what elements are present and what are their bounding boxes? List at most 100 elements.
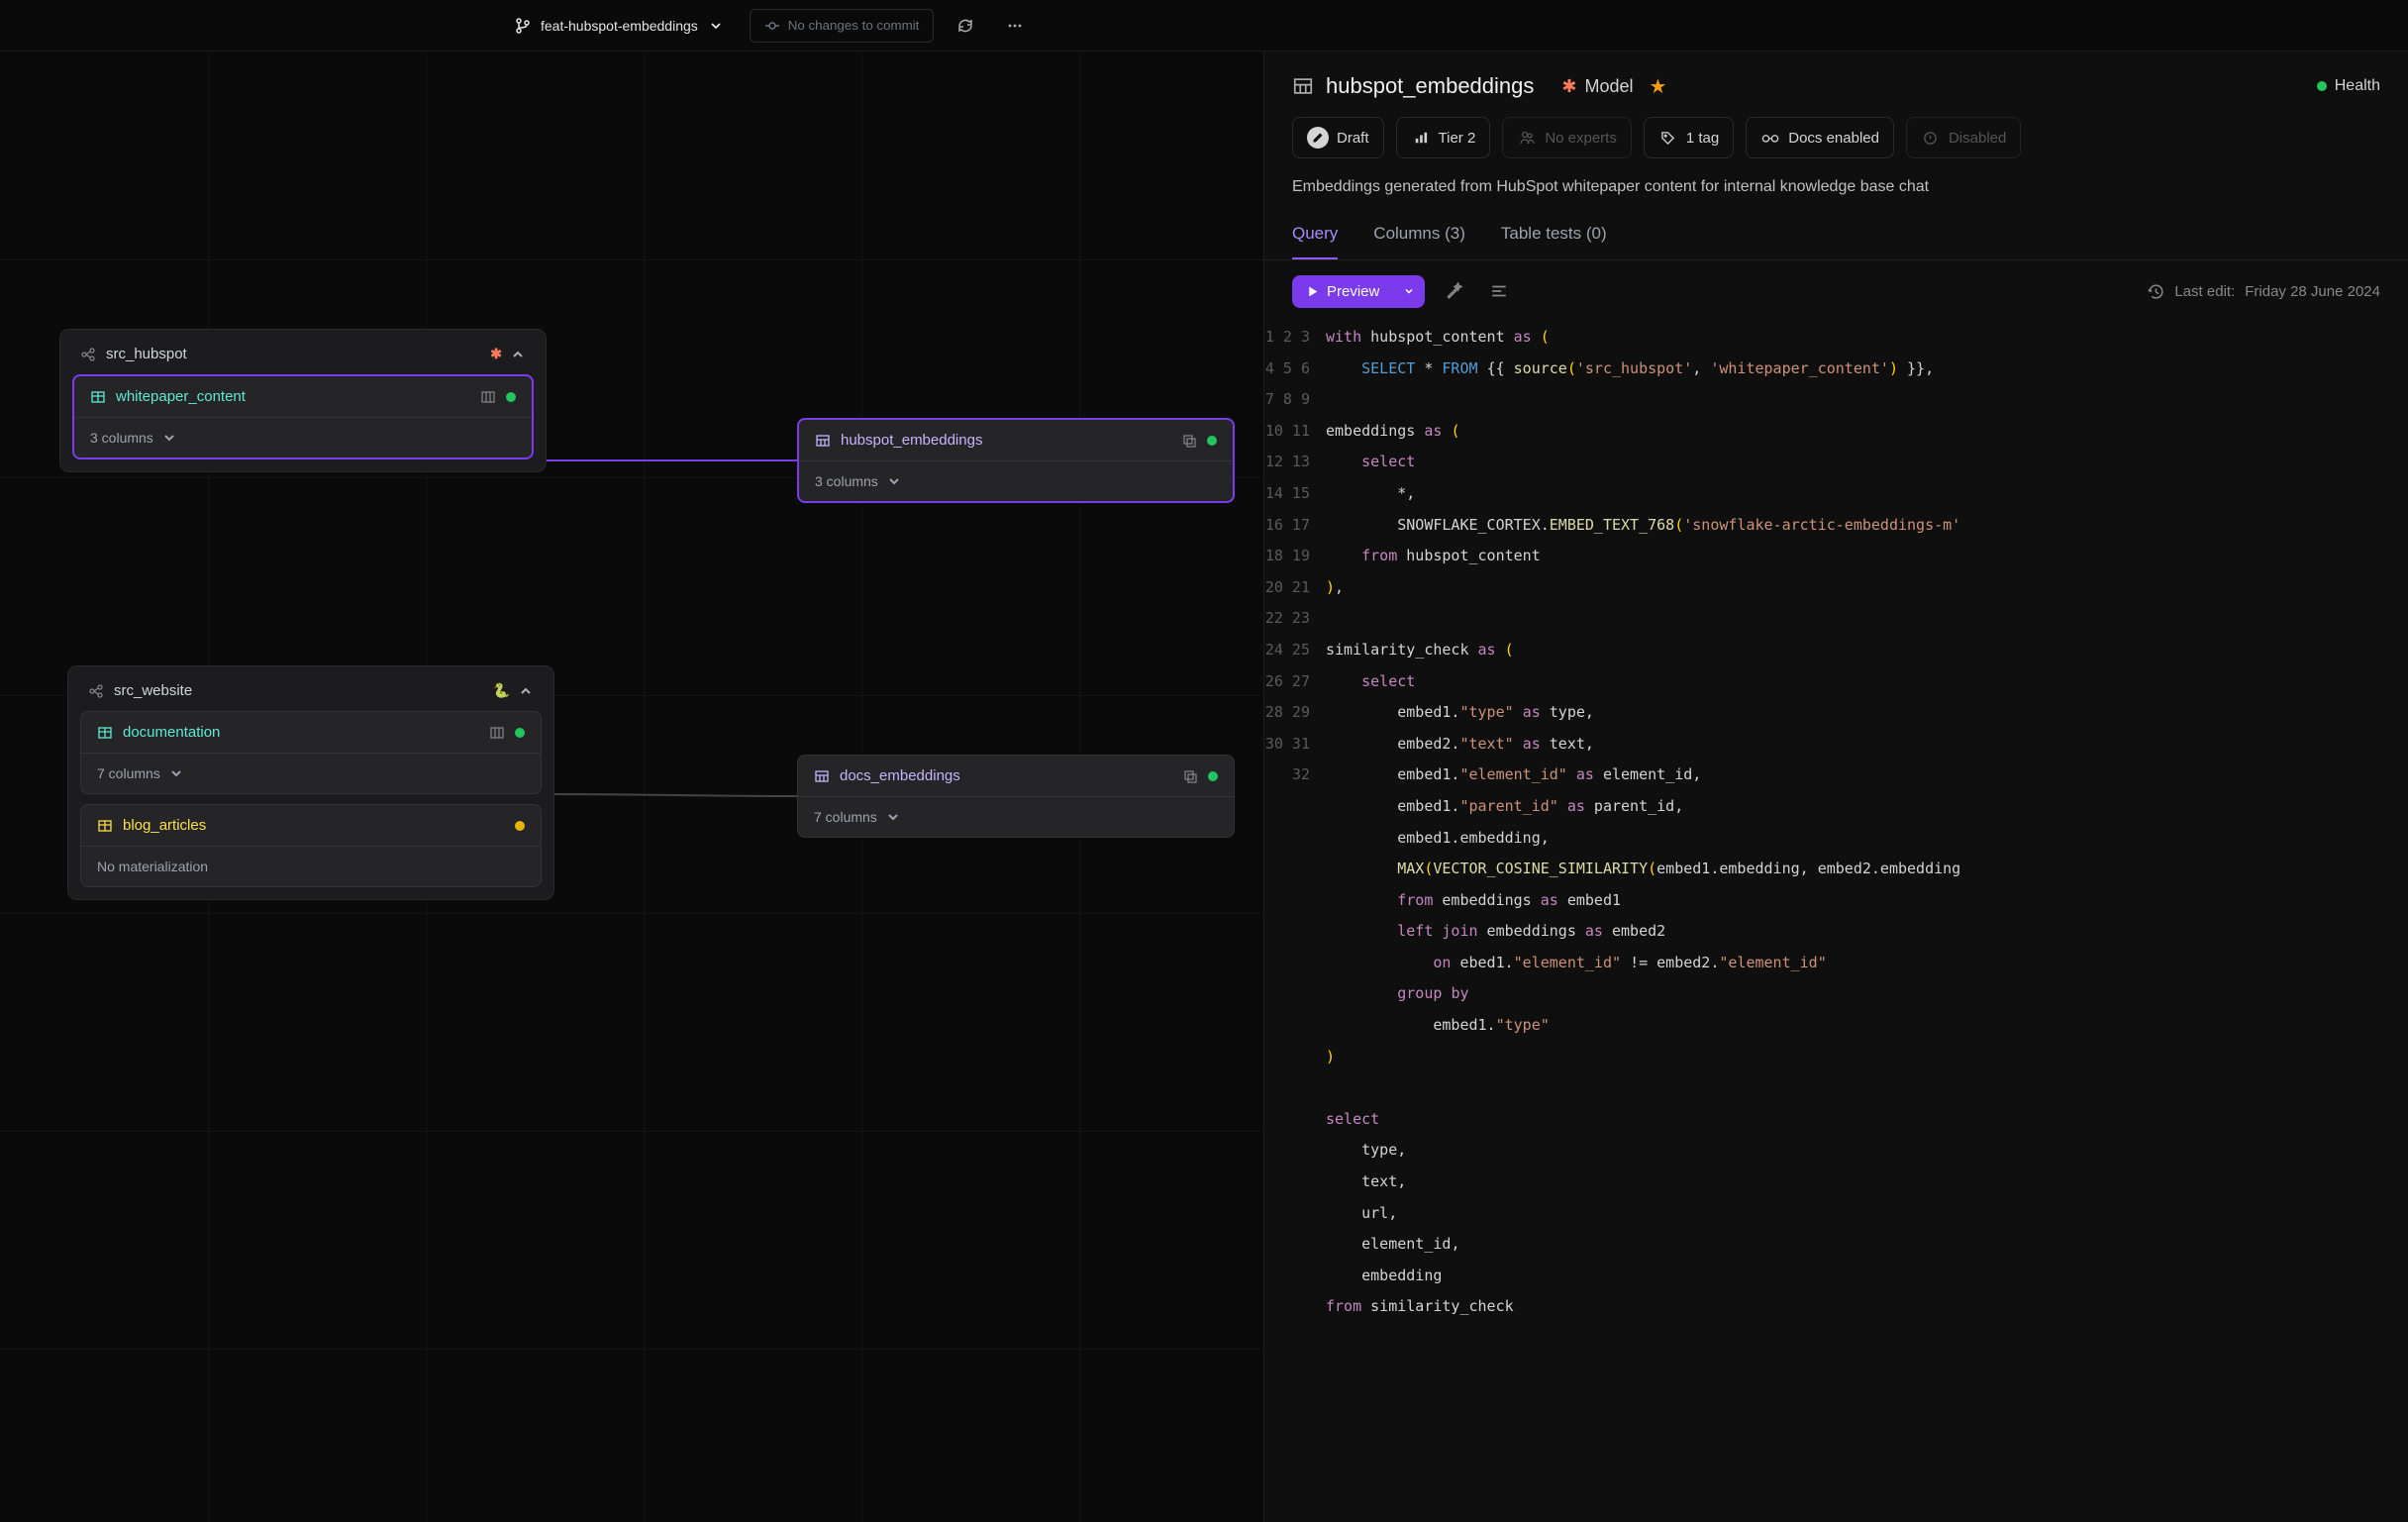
node-sub-label: 7 columns: [97, 765, 160, 781]
preview-dropdown-button[interactable]: [1393, 275, 1425, 308]
node-documentation[interactable]: documentation 7 columns: [80, 711, 542, 794]
bars-icon: [1411, 131, 1431, 145]
preview-label: Preview: [1327, 283, 1379, 300]
chip-disabled[interactable]: Disabled: [1906, 117, 2021, 158]
chip-label: Tier 2: [1439, 130, 1476, 147]
table-icon: [90, 389, 106, 405]
chevron-down-icon: [161, 430, 177, 446]
source-icon: [80, 347, 96, 362]
wand-icon: [1445, 282, 1462, 300]
details-panel: hubspot_embeddings ✱ Model ★ Health: [1263, 51, 2408, 1522]
refresh-icon: [957, 18, 973, 34]
favorite-star-button[interactable]: ★: [1650, 74, 1667, 99]
node-label: whitepaper_content: [116, 388, 246, 405]
node-columns-toggle[interactable]: 3 columns: [799, 461, 1233, 501]
dbt-icon: ✱: [1561, 76, 1576, 97]
node-sub-label: 3 columns: [815, 473, 878, 489]
sql-editor[interactable]: 1 2 3 4 5 6 7 8 9 10 11 12 13 14 15 16 1…: [1264, 322, 2408, 1522]
last-edit-info: Last edit: Friday 28 June 2024: [2148, 283, 2380, 300]
chip-label: No experts: [1545, 130, 1617, 147]
sql-model-icon: [814, 768, 830, 784]
chip-experts[interactable]: No experts: [1502, 117, 1632, 158]
node-sub-label: No materialization: [97, 859, 208, 874]
group-title-label: src_website: [114, 682, 192, 699]
pencil-icon: [1307, 127, 1329, 149]
code-content[interactable]: with hubspot_content as ( SELECT * FROM …: [1326, 322, 2408, 1522]
tag-icon: [1658, 131, 1678, 146]
chip-label: 1 tag: [1686, 130, 1719, 147]
history-icon: [2148, 283, 2164, 300]
node-label: docs_embeddings: [840, 767, 960, 784]
chevron-down-icon: [886, 473, 902, 489]
panel-tabs: Query Columns (3) Table tests (0): [1264, 210, 2408, 260]
chip-docs[interactable]: Docs enabled: [1746, 117, 1894, 158]
glasses-icon: [1760, 131, 1780, 145]
tab-query[interactable]: Query: [1292, 210, 1338, 259]
node-hubspot-embeddings[interactable]: hubspot_embeddings 3 columns: [797, 418, 1235, 503]
health-label: Health: [2335, 77, 2380, 95]
node-columns-toggle[interactable]: 3 columns: [74, 418, 532, 457]
top-bar: feat-hubspot-embeddings No changes to co…: [0, 0, 2408, 51]
health-indicator[interactable]: Health: [2317, 77, 2380, 95]
node-label: documentation: [123, 724, 220, 741]
database-icon: [489, 725, 505, 741]
more-menu-button[interactable]: [997, 8, 1033, 44]
last-edit-label: Last edit:: [2174, 283, 2235, 300]
node-blog-articles[interactable]: blog_articles No materialization: [80, 804, 542, 887]
group-src-website[interactable]: src_website 🐍 documentation: [67, 665, 554, 900]
chevron-down-icon: [1403, 285, 1415, 297]
chip-label: Docs enabled: [1788, 130, 1879, 147]
branch-name: feat-hubspot-embeddings: [541, 18, 698, 34]
status-indicator: [1207, 436, 1217, 446]
sql-model-icon: [1292, 75, 1314, 97]
status-indicator: [1208, 771, 1218, 781]
copy-icon: [1181, 433, 1197, 449]
tab-tests[interactable]: Table tests (0): [1501, 210, 1607, 259]
chevron-down-icon: [168, 765, 184, 781]
copy-icon: [1182, 768, 1198, 784]
node-sub-label: 3 columns: [90, 430, 153, 446]
chevron-up-icon[interactable]: [518, 683, 534, 699]
refresh-button[interactable]: [948, 8, 983, 44]
chevron-up-icon[interactable]: [510, 347, 526, 362]
sql-model-icon: [815, 433, 831, 449]
commit-icon: [764, 18, 780, 34]
magic-wand-button[interactable]: [1437, 274, 1470, 308]
users-icon: [1517, 130, 1537, 146]
ellipsis-icon: [1007, 18, 1023, 34]
chip-tags[interactable]: 1 tag: [1644, 117, 1734, 158]
model-name: hubspot_embeddings: [1326, 73, 1534, 99]
node-sub-label: 7 columns: [814, 809, 877, 825]
chip-label: Disabled: [1949, 130, 2006, 147]
node-label: hubspot_embeddings: [841, 432, 982, 449]
preview-button[interactable]: Preview: [1292, 275, 1393, 308]
chip-draft[interactable]: Draft: [1292, 117, 1384, 158]
health-dot-icon: [2317, 81, 2327, 91]
source-icon: [88, 683, 104, 699]
lineage-canvas[interactable]: src_hubspot ✱ whitepaper_content: [0, 51, 1263, 1522]
node-sub-text: No materialization: [81, 846, 541, 886]
disabled-icon: [1921, 131, 1941, 146]
tab-columns[interactable]: Columns (3): [1373, 210, 1465, 259]
status-indicator: [506, 392, 516, 402]
python-icon: 🐍: [493, 682, 510, 699]
hubspot-icon: ✱: [490, 346, 502, 362]
node-columns-toggle[interactable]: 7 columns: [798, 797, 1234, 837]
group-title-label: src_hubspot: [106, 346, 187, 362]
node-whitepaper-content[interactable]: whitepaper_content 3 columns: [72, 374, 534, 459]
node-docs-embeddings[interactable]: docs_embeddings 7 columns: [797, 755, 1235, 838]
branch-selector[interactable]: feat-hubspot-embeddings: [503, 12, 736, 40]
node-columns-toggle[interactable]: 7 columns: [81, 754, 541, 793]
commit-message: No changes to commit: [788, 18, 920, 33]
table-icon: [97, 725, 113, 741]
line-gutter: 1 2 3 4 5 6 7 8 9 10 11 12 13 14 15 16 1…: [1264, 322, 1326, 1522]
commit-button: No changes to commit: [750, 9, 935, 43]
status-indicator: [515, 821, 525, 831]
group-src-hubspot[interactable]: src_hubspot ✱ whitepaper_content: [59, 329, 547, 472]
chip-label: Draft: [1337, 130, 1369, 147]
format-button[interactable]: [1482, 274, 1516, 308]
database-icon: [480, 389, 496, 405]
last-edit-value: Friday 28 June 2024: [2245, 283, 2380, 300]
status-indicator: [515, 728, 525, 738]
chip-tier[interactable]: Tier 2: [1396, 117, 1491, 158]
